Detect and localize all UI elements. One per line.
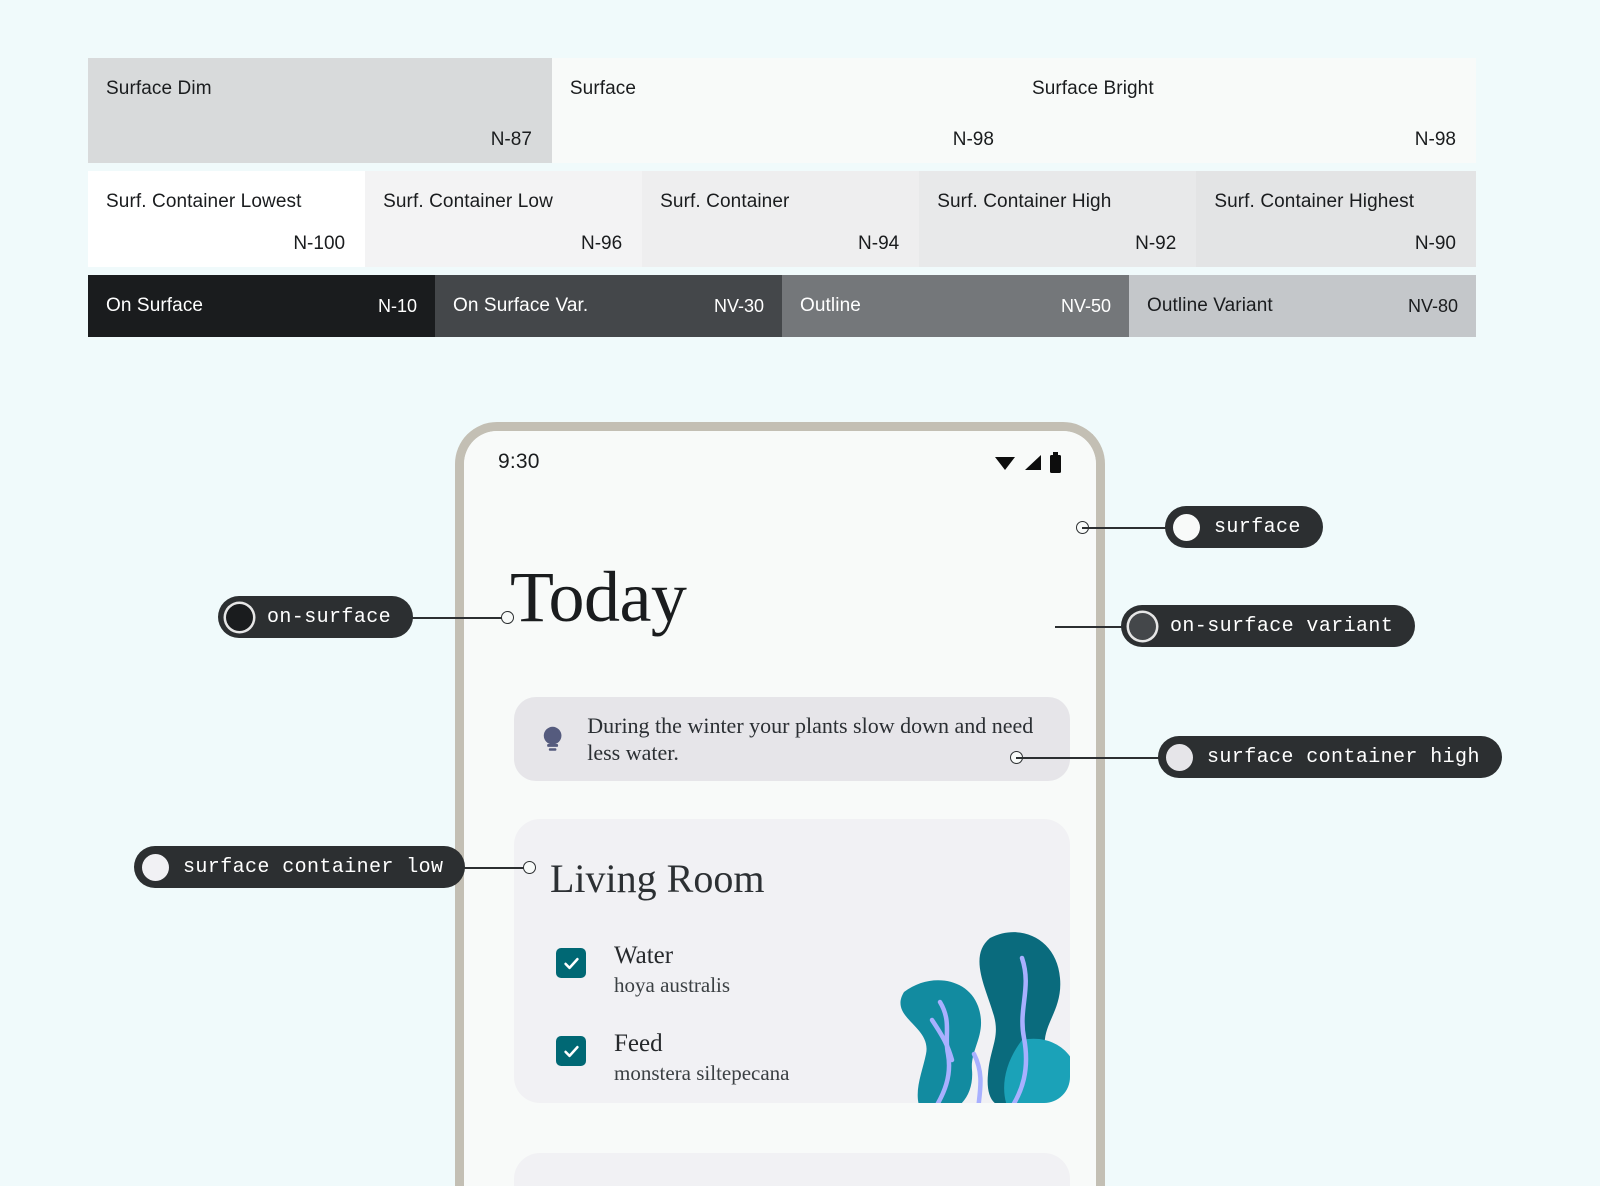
swatch-tone: N-98: [952, 129, 994, 150]
swatch-surface-container[interactable]: Surf. Container N-94: [642, 171, 920, 267]
annotation-pill-on-surface-variant[interactable]: on-surface variant: [1121, 605, 1416, 647]
color-dot: [226, 603, 253, 631]
swatch-name: Surf. Container High: [937, 191, 1112, 212]
swatch-name: Surf. Container: [660, 191, 790, 212]
palette-row-on-surface: On Surface N-10 On Surface Var. NV-30 Ou…: [88, 275, 1476, 337]
leader-line: [1016, 757, 1162, 759]
swatch-name: Surface Bright: [1031, 78, 1154, 99]
task-plant-name: hoya australis: [614, 973, 731, 997]
swatch-surface-bright[interactable]: Surface Bright N-98: [1013, 58, 1476, 163]
tip-text: During the winter your plants slow down …: [587, 713, 1034, 765]
swatch-tone: N-90: [1414, 233, 1456, 254]
page-title: Today: [510, 557, 687, 637]
cellular-signal-icon: [1025, 455, 1041, 470]
room-card-living-room: Living Room Water hoya australis Feed mo…: [514, 819, 1070, 1103]
swatch-tone: NV-30: [713, 295, 764, 316]
swatch-tone: N-98: [1414, 129, 1456, 150]
leader-line: [1082, 527, 1168, 529]
phone-screen: 9:30 Today During the winter your plants…: [464, 431, 1096, 1186]
task-label: Water: [614, 942, 674, 969]
task-checkbox[interactable]: [556, 1036, 586, 1066]
design-system-surface-colors-page: Surface Dim N-87 Surface N-98 Surface Br…: [0, 0, 1600, 1186]
phone-mockup: 9:30 Today During the winter your plants…: [455, 422, 1105, 1186]
swatch-tone: N-96: [580, 233, 623, 254]
leader-line: [1055, 626, 1123, 628]
color-dot: [1129, 612, 1156, 640]
task-row[interactable]: Water hoya australis: [556, 942, 1070, 998]
swatch-name: Surface Dim: [106, 78, 212, 99]
annotation-label: on-surface: [267, 605, 392, 629]
check-icon: [563, 957, 579, 969]
task-plant-name: monstera siltepecana: [614, 1061, 790, 1085]
annotation-label: surface container high: [1207, 745, 1480, 769]
swatch-name: Surf. Container Lowest: [106, 191, 302, 212]
swatch-tone: N-94: [858, 233, 900, 254]
swatch-surface[interactable]: Surface N-98: [551, 58, 1014, 163]
leader-knob: [523, 861, 536, 874]
color-dot: [142, 853, 169, 881]
status-bar-icons: [993, 451, 1062, 473]
swatch-outline-variant[interactable]: Outline Variant NV-80: [1129, 275, 1476, 337]
swatch-name: Surface: [569, 78, 637, 99]
annotation-pill-surface-container-low[interactable]: surface container low: [134, 846, 466, 888]
task-row[interactable]: Feed monstera siltepecana: [556, 1030, 1070, 1086]
annotation-pill-surface-container-high[interactable]: surface container high: [1158, 736, 1502, 778]
swatch-tone: NV-80: [1407, 295, 1458, 316]
annotation-pill-on-surface[interactable]: on-surface: [218, 596, 414, 638]
swatch-surface-dim[interactable]: Surface Dim N-87: [88, 58, 552, 163]
status-bar-time: 9:30: [498, 450, 540, 473]
task-content: Feed monstera siltepecana: [614, 1030, 790, 1086]
swatch-surface-container-low[interactable]: Surf. Container Low N-96: [365, 171, 643, 267]
swatch-tone: NV-50: [1060, 295, 1111, 316]
task-list: Water hoya australis Feed monstera silte…: [514, 902, 1070, 1086]
color-dot: [1166, 743, 1193, 771]
swatch-tone: N-100: [293, 233, 346, 254]
tip-card: During the winter your plants slow down …: [514, 697, 1070, 781]
swatch-name: Outline Variant: [1147, 295, 1273, 316]
surface-color-palette: Surface Dim N-87 Surface N-98 Surface Br…: [88, 58, 1476, 337]
task-label: Feed: [614, 1030, 663, 1057]
leader-line: [404, 617, 508, 619]
palette-row-surfaces: Surface Dim N-87 Surface N-98 Surface Br…: [88, 58, 1476, 163]
status-bar: 9:30: [464, 431, 1096, 493]
check-icon: [563, 1045, 579, 1057]
swatch-name: Surf. Container Low: [383, 191, 553, 212]
annotation-label: surface container low: [183, 855, 444, 879]
swatch-on-surface-variant[interactable]: On Surface Var. NV-30: [435, 275, 782, 337]
annotation-label: on-surface variant: [1170, 614, 1394, 638]
annotation-label: surface: [1214, 515, 1301, 539]
room-card-secondary: [514, 1153, 1070, 1186]
annotation-pill-surface[interactable]: surface: [1165, 506, 1323, 548]
swatch-on-surface[interactable]: On Surface N-10: [88, 275, 435, 337]
swatch-name: Surf. Container Highest: [1214, 191, 1415, 212]
swatch-surface-container-highest[interactable]: Surf. Container Highest N-90: [1196, 171, 1476, 267]
color-dot: [1173, 513, 1200, 541]
swatch-name: On Surface Var.: [453, 295, 589, 316]
task-content: Water hoya australis: [614, 942, 730, 998]
swatch-tone: N-10: [377, 295, 417, 316]
task-checkbox[interactable]: [556, 948, 586, 978]
lightbulb-icon: [543, 726, 562, 751]
swatch-tone: N-87: [490, 129, 532, 150]
wifi-icon: [995, 457, 1015, 470]
leader-knob: [501, 611, 514, 624]
battery-icon: [1050, 451, 1061, 473]
swatch-surface-container-lowest[interactable]: Surf. Container Lowest N-100: [88, 171, 366, 267]
palette-row-containers: Surf. Container Lowest N-100 Surf. Conta…: [88, 171, 1476, 267]
room-title: Living Room: [550, 856, 765, 901]
swatch-tone: N-92: [1135, 233, 1177, 254]
swatch-outline[interactable]: Outline NV-50: [782, 275, 1129, 337]
swatch-surface-container-high[interactable]: Surf. Container High N-92: [919, 171, 1197, 267]
swatch-name: On Surface: [106, 295, 204, 316]
swatch-name: Outline: [800, 295, 861, 316]
